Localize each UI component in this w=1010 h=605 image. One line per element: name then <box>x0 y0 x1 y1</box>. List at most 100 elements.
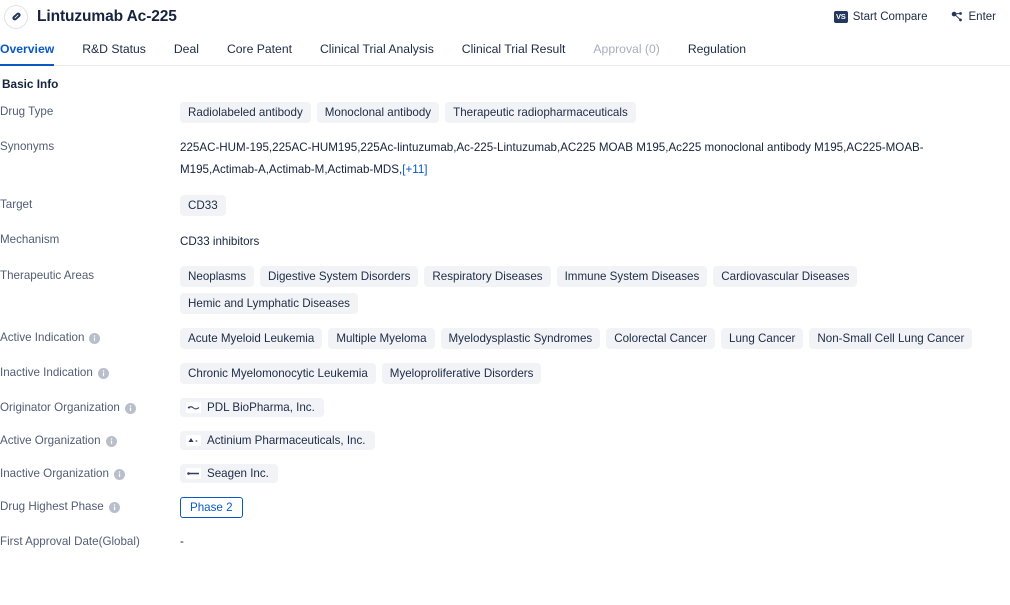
info-icon[interactable] <box>108 501 120 513</box>
tab-overview[interactable]: Overview <box>0 33 68 66</box>
tab-rd-status[interactable]: R&D Status <box>68 33 160 65</box>
chip[interactable]: Myeloproliferative Disorders <box>381 363 542 384</box>
synonyms-more-link[interactable]: [+11] <box>402 163 427 176</box>
organization-name: PDL BioPharma, Inc. <box>207 401 315 414</box>
label-drug-type: Drug Type <box>0 102 180 120</box>
row-originator-organization: Originator Organization PDL BioPharma, I… <box>0 391 1010 424</box>
chip[interactable]: Lung Cancer <box>721 328 804 349</box>
pill-icon <box>4 4 28 29</box>
chip[interactable]: Immune System Diseases <box>556 266 708 287</box>
app-header: Lintuzumab Ac-225 VS Start Compare Enter <box>0 0 1010 33</box>
section-title-basic-info: Basic Info <box>2 77 59 91</box>
value-active-organization: Actinium Pharmaceuticals, Inc. <box>180 431 1010 450</box>
first-approval-date-value: - <box>180 535 184 548</box>
row-target: Target CD33 <box>0 188 1010 223</box>
row-inactive-indication: Inactive Indication Chronic Myelomonocyt… <box>0 356 1010 391</box>
chip[interactable]: Colorectal Cancer <box>606 328 716 349</box>
organization-name: Actinium Pharmaceuticals, Inc. <box>207 434 366 447</box>
enter-button[interactable]: Enter <box>950 10 997 24</box>
value-inactive-organization: Seagen Inc. <box>180 464 1010 483</box>
chip[interactable]: Myelodysplastic Syndromes <box>440 328 601 349</box>
value-drug-type: Radiolabeled antibody Monoclonal antibod… <box>180 102 1010 123</box>
label-text: Drug Highest Phase <box>0 500 104 513</box>
chip[interactable]: Respiratory Diseases <box>424 266 551 287</box>
overview-content: Basic Info Drug Type Radiolabeled antibo… <box>0 66 1010 557</box>
tab-approval: Approval (0) <box>593 42 660 56</box>
row-drug-type: Drug Type Radiolabeled antibody Monoclon… <box>0 95 1010 130</box>
chip[interactable]: Therapeutic radiopharmaceuticals <box>445 102 636 123</box>
chip[interactable]: Monoclonal antibody <box>316 102 440 123</box>
value-first-approval-date: - <box>180 532 1010 548</box>
start-compare-label: Start Compare <box>852 10 928 23</box>
tab-clinical-trial-analysis[interactable]: Clinical Trial Analysis <box>306 33 448 65</box>
tab-core-patent[interactable]: Core Patent <box>213 33 306 65</box>
organization-chip[interactable]: Actinium Pharmaceuticals, Inc. <box>180 431 375 450</box>
label-text: Drug Type <box>0 105 54 118</box>
label-text: Mechanism <box>0 233 60 246</box>
label-drug-highest-phase: Drug Highest Phase <box>0 497 180 515</box>
label-mechanism: Mechanism <box>0 230 180 248</box>
label-text: Target <box>0 198 33 211</box>
chip[interactable]: Acute Myeloid Leukemia <box>180 328 323 349</box>
row-first-approval-date: First Approval Date(Global) - <box>0 525 1010 557</box>
organization-chip[interactable]: Seagen Inc. <box>180 464 278 483</box>
chip[interactable]: Neoplasms <box>180 266 254 287</box>
phase-badge[interactable]: Phase 2 <box>180 497 243 518</box>
label-active-organization: Active Organization <box>0 431 180 449</box>
value-mechanism: CD33 inhibitors <box>180 230 1010 252</box>
label-text: Synonyms <box>0 140 55 153</box>
info-icon[interactable] <box>89 332 101 344</box>
vs-icon: VS <box>833 10 848 23</box>
tab-bar: Overview R&D Status Deal Core Patent Cli… <box>0 33 1010 66</box>
tab-deal[interactable]: Deal <box>160 33 213 65</box>
label-active-indication: Active Indication <box>0 328 180 346</box>
label-text: Inactive Indication <box>0 366 93 379</box>
chip[interactable]: Digestive System Disorders <box>260 266 419 287</box>
label-inactive-organization: Inactive Organization <box>0 464 180 482</box>
row-therapeutic-areas: Therapeutic Areas Neoplasms Digestive Sy… <box>0 259 1010 321</box>
label-target: Target <box>0 195 180 213</box>
chip[interactable]: Multiple Myeloma <box>328 328 435 349</box>
label-originator-organization: Originator Organization <box>0 398 180 416</box>
tab-regulation[interactable]: Regulation <box>674 33 760 65</box>
start-compare-button[interactable]: VS Start Compare <box>833 10 928 23</box>
network-node-icon <box>951 11 962 21</box>
organization-chip[interactable]: PDL BioPharma, Inc. <box>180 398 324 417</box>
synonyms-text: 225AC-HUM-195,225AC-HUM195,225Ac-lintuzu… <box>180 137 998 181</box>
label-text: Active Indication <box>0 331 85 344</box>
info-icon[interactable] <box>124 402 136 414</box>
chip[interactable]: Non-Small Cell Lung Cancer <box>809 328 973 349</box>
info-icon[interactable] <box>105 435 117 447</box>
label-therapeutic-areas: Therapeutic Areas <box>0 266 180 284</box>
info-icon[interactable] <box>97 367 109 379</box>
row-synonyms: Synonyms 225AC-HUM-195,225AC-HUM195,225A… <box>0 130 1010 188</box>
info-icon[interactable] <box>113 468 125 480</box>
value-drug-highest-phase: Phase 2 <box>180 497 1010 518</box>
value-therapeutic-areas: Neoplasms Digestive System Disorders Res… <box>180 266 1010 314</box>
enter-label: Enter <box>968 10 997 23</box>
company-logo-icon <box>186 468 201 479</box>
label-first-approval-date: First Approval Date(Global) <box>0 532 180 550</box>
value-active-indication: Acute Myeloid Leukemia Multiple Myeloma … <box>180 328 1010 349</box>
chip[interactable]: Chronic Myelomonocytic Leukemia <box>180 363 376 384</box>
chip[interactable]: Cardiovascular Diseases <box>713 266 858 287</box>
value-originator-organization: PDL BioPharma, Inc. <box>180 398 1010 417</box>
label-text: First Approval Date(Global) <box>0 535 140 548</box>
chip[interactable]: CD33 <box>180 195 226 216</box>
value-target: CD33 <box>180 195 1010 216</box>
chip[interactable]: Hemic and Lymphatic Diseases <box>180 293 358 314</box>
label-text: Active Organization <box>0 434 101 447</box>
label-inactive-indication: Inactive Indication <box>0 363 180 381</box>
chip[interactable]: Radiolabeled antibody <box>180 102 311 123</box>
value-synonyms: 225AC-HUM-195,225AC-HUM195,225Ac-lintuzu… <box>180 137 1010 181</box>
organization-name: Seagen Inc. <box>207 467 269 480</box>
company-logo-icon <box>186 402 201 413</box>
value-inactive-indication: Chronic Myelomonocytic Leukemia Myelopro… <box>180 363 1010 384</box>
label-synonyms: Synonyms <box>0 137 180 155</box>
synonyms-list: 225AC-HUM-195,225AC-HUM195,225Ac-lintuzu… <box>180 141 924 176</box>
row-inactive-organization: Inactive Organization Seagen Inc. <box>0 457 1010 490</box>
tab-clinical-trial-result[interactable]: Clinical Trial Result <box>448 33 580 65</box>
row-mechanism: Mechanism CD33 inhibitors <box>0 223 1010 259</box>
label-text: Inactive Organization <box>0 467 109 480</box>
mechanism-value: CD33 inhibitors <box>180 235 260 248</box>
